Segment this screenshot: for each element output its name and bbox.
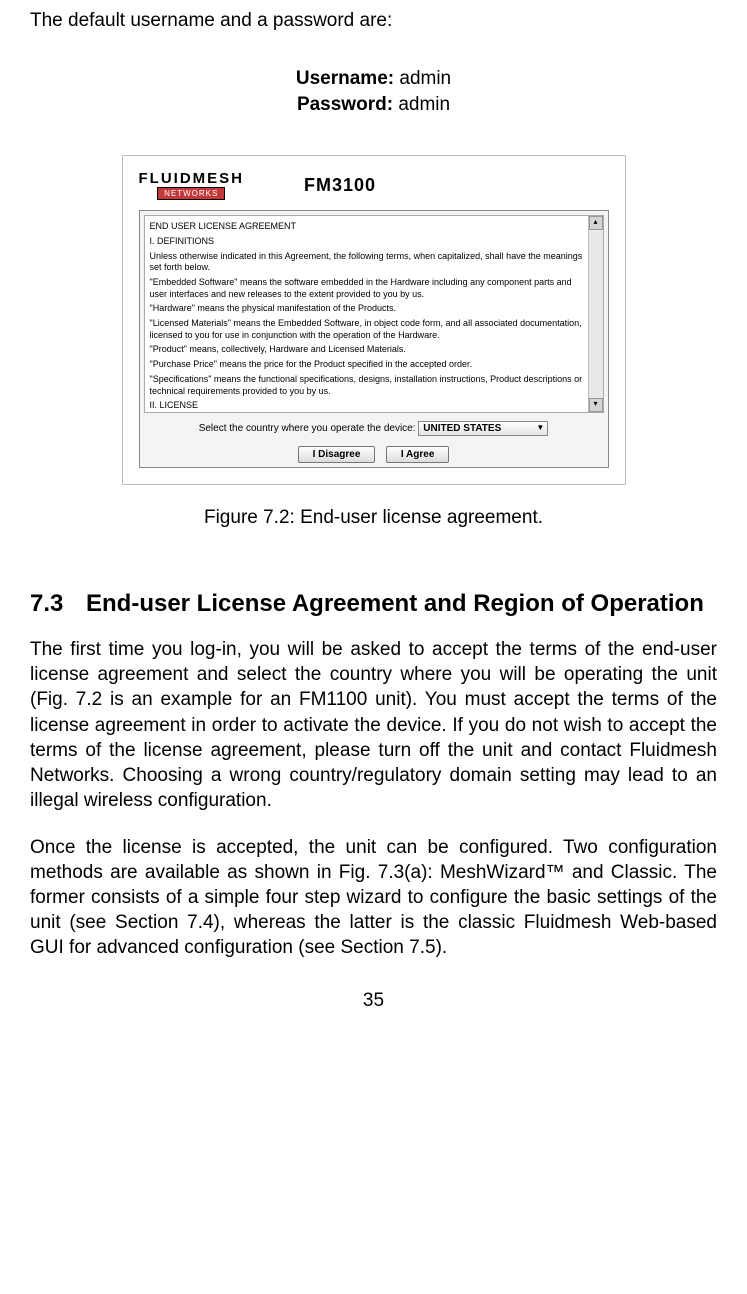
eula-textbox[interactable]: END USER LICENSE AGREEMENT I. DEFINITION… <box>144 215 604 413</box>
country-select[interactable]: UNITED STATES <box>418 421 548 436</box>
country-prompt: Select the country where you operate the… <box>199 423 416 434</box>
model-name: FM3100 <box>304 175 376 196</box>
username-label: Username: <box>296 68 394 89</box>
eula-s1-p2: "Embedded Software" means the software e… <box>150 277 585 300</box>
eula-s1-p6: "Purchase Price" means the price for the… <box>150 359 585 371</box>
password-value: admin <box>398 94 450 115</box>
intro-text: The default username and a password are: <box>30 10 717 32</box>
section-number: 7.3 <box>30 589 86 619</box>
brand-logo-top: FLUIDMESH <box>139 170 245 187</box>
page-number: 35 <box>30 990 717 1012</box>
eula-s1-p4: "Licensed Materials" means the Embedded … <box>150 318 585 341</box>
eula-s1-title: I. DEFINITIONS <box>150 236 585 248</box>
figure-caption: Figure 7.2: End-user license agreement. <box>30 507 717 529</box>
username-value: admin <box>399 68 451 89</box>
eula-s1-p5: "Product" means, collectively, Hardware … <box>150 344 585 356</box>
scroll-down-icon[interactable]: ▾ <box>589 398 603 412</box>
password-label: Password: <box>297 94 393 115</box>
credentials-block: Username: admin Password: admin <box>30 66 717 117</box>
eula-s1-p1: Unless otherwise indicated in this Agree… <box>150 251 585 274</box>
eula-s1-p3: "Hardware" means the physical manifestat… <box>150 303 585 315</box>
section-heading: 7.3End-user License Agreement and Region… <box>30 589 717 619</box>
section-title: End-user License Agreement and Region of… <box>86 590 704 617</box>
eula-heading: END USER LICENSE AGREEMENT <box>150 221 585 233</box>
section-para-2: Once the license is accepted, the unit c… <box>30 835 717 960</box>
figure-screenshot: FLUIDMESH NETWORKS FM3100 END USER LICEN… <box>122 155 626 485</box>
section-para-1: The first time you log-in, you will be a… <box>30 637 717 813</box>
eula-scrollbar[interactable]: ▴ ▾ <box>588 216 603 412</box>
eula-s2-title: II. LICENSE <box>150 400 585 412</box>
eula-panel: END USER LICENSE AGREEMENT I. DEFINITION… <box>139 210 609 468</box>
brand-logo-bottom: NETWORKS <box>157 187 225 200</box>
scroll-up-icon[interactable]: ▴ <box>589 216 603 230</box>
brand-logo: FLUIDMESH NETWORKS <box>139 170 245 200</box>
disagree-button[interactable]: I Disagree <box>298 446 376 463</box>
agree-button[interactable]: I Agree <box>386 446 450 463</box>
eula-s1-p7: "Specifications" means the functional sp… <box>150 374 585 397</box>
